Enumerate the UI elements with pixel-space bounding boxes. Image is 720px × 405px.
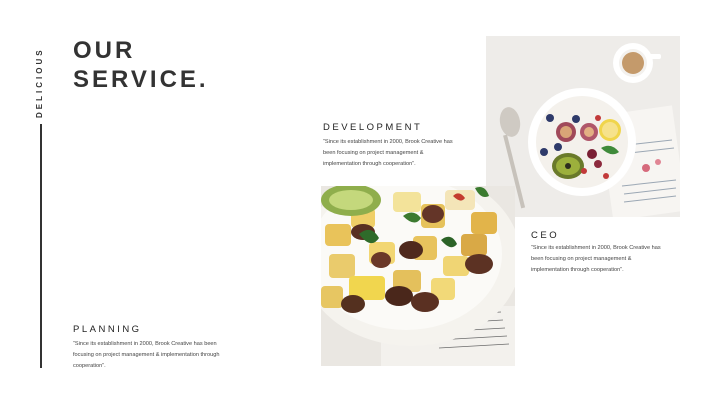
page-title: OUR SERVICE. <box>73 36 209 94</box>
planning-heading: PLANNING <box>73 324 142 335</box>
ceo-text-line: “Since its establishment in 2000, Brook … <box>531 245 661 251</box>
planning-text-line: “Since its establishment in 2000, Brook … <box>73 341 217 347</box>
page-title-line-2: SERVICE. <box>73 66 209 93</box>
ceo-heading: CEO <box>531 230 560 241</box>
development-description: “Since its establishment in 2000, Brook … <box>323 137 498 170</box>
development-heading: DEVELOPMENT <box>323 122 423 133</box>
development-text-line: been focusing on project management & <box>323 150 424 156</box>
potato-dish-illustration <box>321 186 515 366</box>
breakfast-bowl-illustration <box>486 36 680 217</box>
page-title-line-1: OUR <box>73 37 136 64</box>
planning-text-line: focusing on project management & impleme… <box>73 352 220 358</box>
ceo-text-line: implementation through cooperation”. <box>531 267 624 273</box>
planning-description: “Since its establishment in 2000, Brook … <box>73 339 263 372</box>
vertical-divider <box>40 124 42 368</box>
side-label: DELICIOUS <box>35 47 44 118</box>
potato-sausage-dish-photo <box>321 186 515 366</box>
ceo-description: “Since its establishment in 2000, Brook … <box>531 243 706 276</box>
ceo-text-line: been focusing on project management & <box>531 256 632 262</box>
development-text-line: implementation through cooperation”. <box>323 161 416 167</box>
development-text-line: “Since its establishment in 2000, Brook … <box>323 139 453 145</box>
planning-text-line: cooperation”. <box>73 363 106 369</box>
breakfast-bowl-photo <box>486 36 680 217</box>
